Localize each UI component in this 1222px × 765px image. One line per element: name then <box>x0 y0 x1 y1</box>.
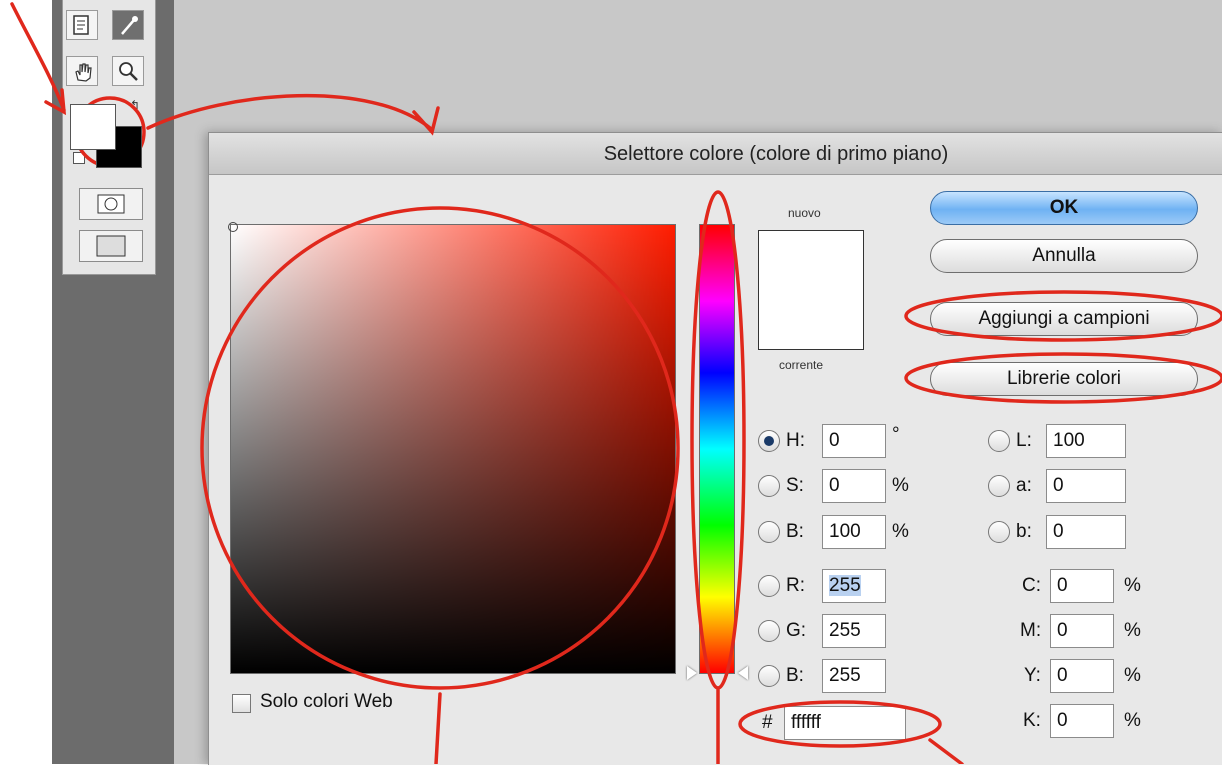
annotation-circle-add-swatches <box>904 290 1222 342</box>
annotation-arrow-to-dialog <box>146 93 440 136</box>
annotation-circle-libraries <box>904 352 1222 404</box>
foreground-color-swatch[interactable] <box>70 104 116 150</box>
red-annotation-overlay <box>10 2 1222 764</box>
annotation-circle-hex <box>738 700 942 748</box>
annotation-line-field-down <box>434 692 442 764</box>
annotation-arrow-top-left <box>10 2 67 116</box>
annotation-circle-hue-slider <box>690 190 746 690</box>
annotation-circle-color-field <box>200 206 680 690</box>
annotation-line-hex-down <box>928 738 964 764</box>
